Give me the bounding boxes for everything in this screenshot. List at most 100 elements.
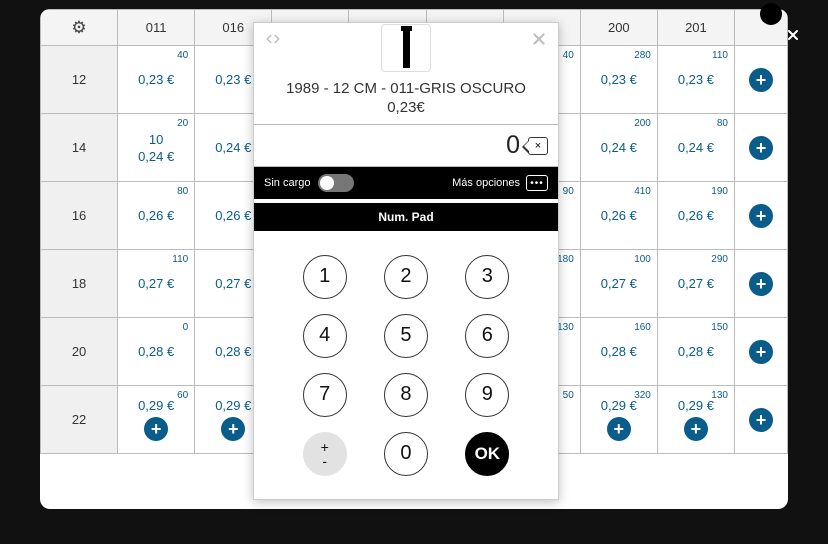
row-add-cell: + (734, 318, 787, 386)
variant-cell[interactable]: 2900,27 € (657, 250, 734, 318)
stock-value: 100 (634, 254, 651, 265)
price-value: 0,24 € (658, 140, 734, 155)
stock-value: 130 (557, 322, 574, 333)
row-add-button[interactable]: + (749, 408, 773, 432)
stock-value: 180 (557, 254, 574, 265)
variant-cell[interactable]: 3200,29 €+ (580, 386, 657, 454)
overlay-close-icon[interactable] (785, 27, 801, 43)
price-value: 0,24 € (118, 149, 194, 164)
stock-value: 160 (634, 322, 651, 333)
numpad-key-5[interactable]: 5 (384, 314, 428, 358)
row-label: 14 (41, 114, 118, 182)
row-add-cell: + (734, 386, 787, 454)
numpad-key-8[interactable]: 8 (384, 373, 428, 417)
modal-close-icon[interactable] (530, 30, 548, 53)
numpad-header: Num. Pad (254, 203, 558, 231)
variant-cell[interactable]: 1600,28 € (580, 318, 657, 386)
stock-value: 40 (177, 50, 188, 61)
stock-value: 150 (711, 322, 728, 333)
filters-header[interactable]: ⚙ (41, 10, 118, 46)
row-label: 12 (41, 46, 118, 114)
row-add-button[interactable]: + (749, 340, 773, 364)
variant-cell[interactable]: 40 0,23 € (118, 46, 195, 114)
variant-cell[interactable]: 800,26 € (118, 182, 195, 250)
add-button[interactable]: + (607, 417, 631, 441)
add-button[interactable]: + (144, 417, 168, 441)
price-value: 0,24 € (581, 140, 657, 155)
numpad-key-4[interactable]: 4 (303, 314, 347, 358)
stock-value: 50 (563, 390, 574, 401)
numpad-key-plusminus[interactable]: + - (303, 432, 347, 476)
variant-cell[interactable]: 190 0,26 € (657, 182, 734, 250)
row-add-cell: + (734, 250, 787, 318)
stock-value: 0 (183, 322, 189, 333)
product-price: 0,23€ (254, 99, 558, 116)
stock-value: 190 (711, 186, 728, 197)
row-add-button[interactable]: + (749, 204, 773, 228)
row-add-button[interactable]: + (749, 68, 773, 92)
add-button[interactable]: + (684, 417, 708, 441)
variant-cell[interactable]: 150 0,28 € (657, 318, 734, 386)
numpad-key-6[interactable]: 6 (465, 314, 509, 358)
price-value: 0,27 € (118, 276, 194, 291)
quantity-input[interactable]: 0 (506, 131, 520, 160)
stock-value: 200 (634, 118, 651, 129)
price-value: 0,26 € (118, 208, 194, 223)
stock-value: 410 (634, 186, 651, 197)
sliders-icon: ⚙ (71, 18, 86, 37)
quantity-modal: 1989 - 12 CM - 011-GRIS OSCURO 0,23€ 0 ×… (253, 22, 559, 500)
row-add-button[interactable]: + (749, 272, 773, 296)
row-add-button[interactable]: + (749, 136, 773, 160)
numpad-key-1[interactable]: 1 (303, 255, 347, 299)
numpad-key-0[interactable]: 0 (384, 432, 428, 476)
col-header[interactable]: 200 (580, 10, 657, 46)
stock-value: 110 (712, 50, 728, 61)
product-image (381, 24, 431, 72)
numpad-key-9[interactable]: 9 (465, 373, 509, 417)
price-value: 0,27 € (581, 276, 657, 291)
stock-value: 80 (717, 118, 728, 129)
stock-value: 280 (634, 50, 651, 61)
col-header[interactable]: 011 (118, 10, 195, 46)
stock-value: 130 (711, 390, 728, 401)
numpad-key-2[interactable]: 2 (384, 255, 428, 299)
price-value: 0,26 € (658, 208, 734, 223)
add-button[interactable]: + (221, 417, 245, 441)
product-title: 1989 - 12 CM - 011-GRIS OSCURO (254, 80, 558, 97)
numpad-key-ok[interactable]: OK (465, 432, 509, 476)
variant-cell[interactable]: 100 0,27 € (580, 250, 657, 318)
stock-value: 110 (172, 254, 188, 265)
variant-cell[interactable]: 0 0,28 € (118, 318, 195, 386)
variant-cell[interactable]: 600,29 €+ (118, 386, 195, 454)
row-label: 18 (41, 250, 118, 318)
row-label: 16 (41, 182, 118, 250)
numpad-key-3[interactable]: 3 (465, 255, 509, 299)
variant-cell[interactable]: 200 0,24 € (580, 114, 657, 182)
numpad: 1 2 3 4 5 6 7 8 9 + - 0 OK (254, 231, 558, 499)
price-value: 0,28 € (118, 344, 194, 359)
price-value: 0,26 € (581, 208, 657, 223)
numpad-key-7[interactable]: 7 (303, 373, 347, 417)
variant-cell[interactable]: 110 0,23 € (657, 46, 734, 114)
stock-value: 90 (563, 186, 574, 197)
variant-cell[interactable]: 410 0,26 € (580, 182, 657, 250)
price-value: 0,23 € (658, 72, 734, 87)
variant-cell[interactable]: 110 0,27 € (118, 250, 195, 318)
stock-value: 60 (177, 390, 188, 401)
stock-value: 40 (563, 50, 574, 61)
price-value: 0,23 € (118, 72, 194, 87)
code-icon[interactable] (264, 30, 282, 53)
stock-value: 320 (634, 390, 651, 401)
col-header[interactable]: 201 (657, 10, 734, 46)
row-add-cell: + (734, 114, 787, 182)
variant-cell[interactable]: 20100,24 € (118, 114, 195, 182)
more-options-button[interactable]: ••• (526, 175, 548, 191)
backspace-icon[interactable]: × (528, 137, 548, 155)
variant-cell[interactable]: 2800,23 € (580, 46, 657, 114)
stock-value: 290 (711, 254, 728, 265)
variant-cell[interactable]: 80 0,24 € (657, 114, 734, 182)
price-value: 0,28 € (658, 344, 734, 359)
qty-value: 10 (118, 132, 194, 147)
free-charge-toggle[interactable] (318, 174, 354, 192)
variant-cell[interactable]: 1300,29 €+ (657, 386, 734, 454)
